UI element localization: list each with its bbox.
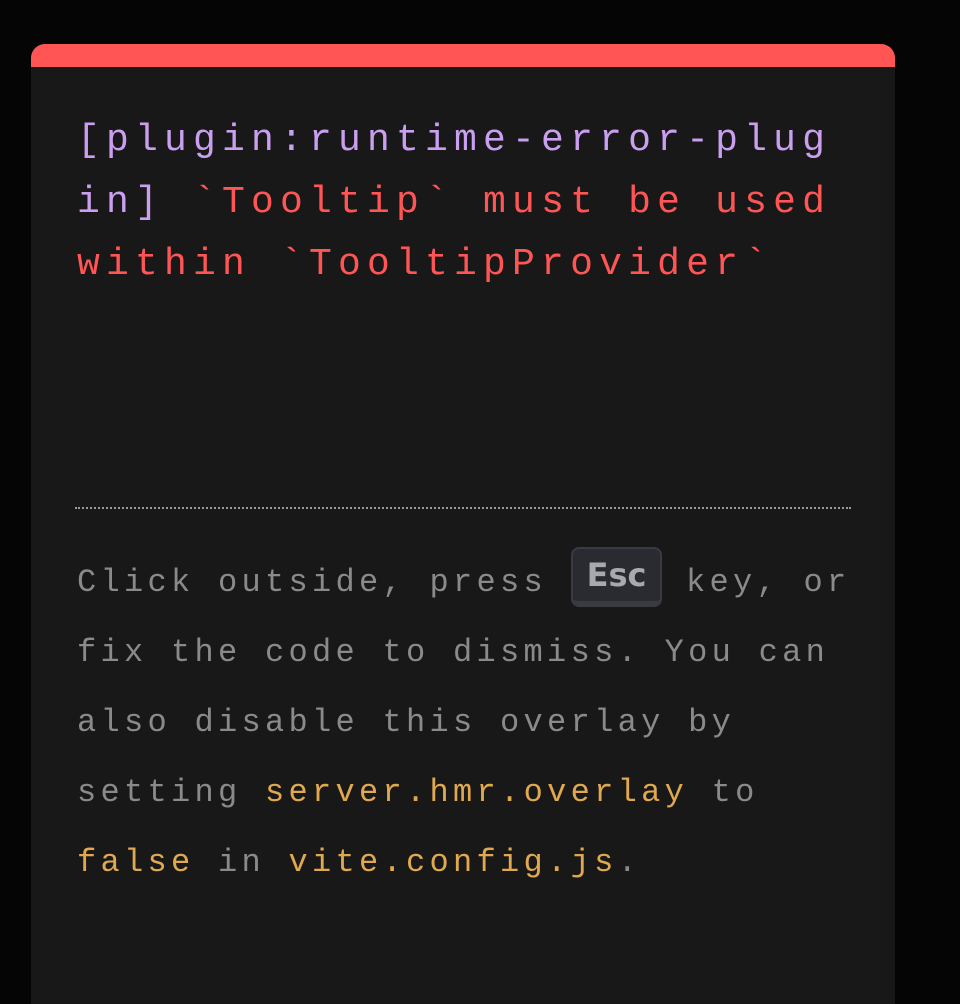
tip-text: Click outside, press	[77, 564, 571, 601]
error-message: [plugin:runtime-error-plugin] `Tooltip` …	[77, 110, 837, 296]
tip-text: to	[688, 774, 759, 811]
file-code: vite.config.js	[288, 844, 618, 881]
error-overlay: [plugin:runtime-error-plugin] `Tooltip` …	[31, 44, 895, 1004]
tip-text: in	[194, 844, 289, 881]
value-code: false	[77, 844, 195, 881]
tip-text: .	[617, 844, 642, 881]
esc-key: Esc	[570, 546, 663, 607]
error-accent-bar	[31, 44, 895, 67]
setting-code: server.hmr.overlay	[265, 774, 689, 811]
error-text: `Tooltip` must be used within `TooltipPr…	[77, 181, 861, 286]
divider	[75, 507, 851, 509]
dismiss-tip: Click outside, press Esc key, or fix the…	[77, 546, 857, 898]
